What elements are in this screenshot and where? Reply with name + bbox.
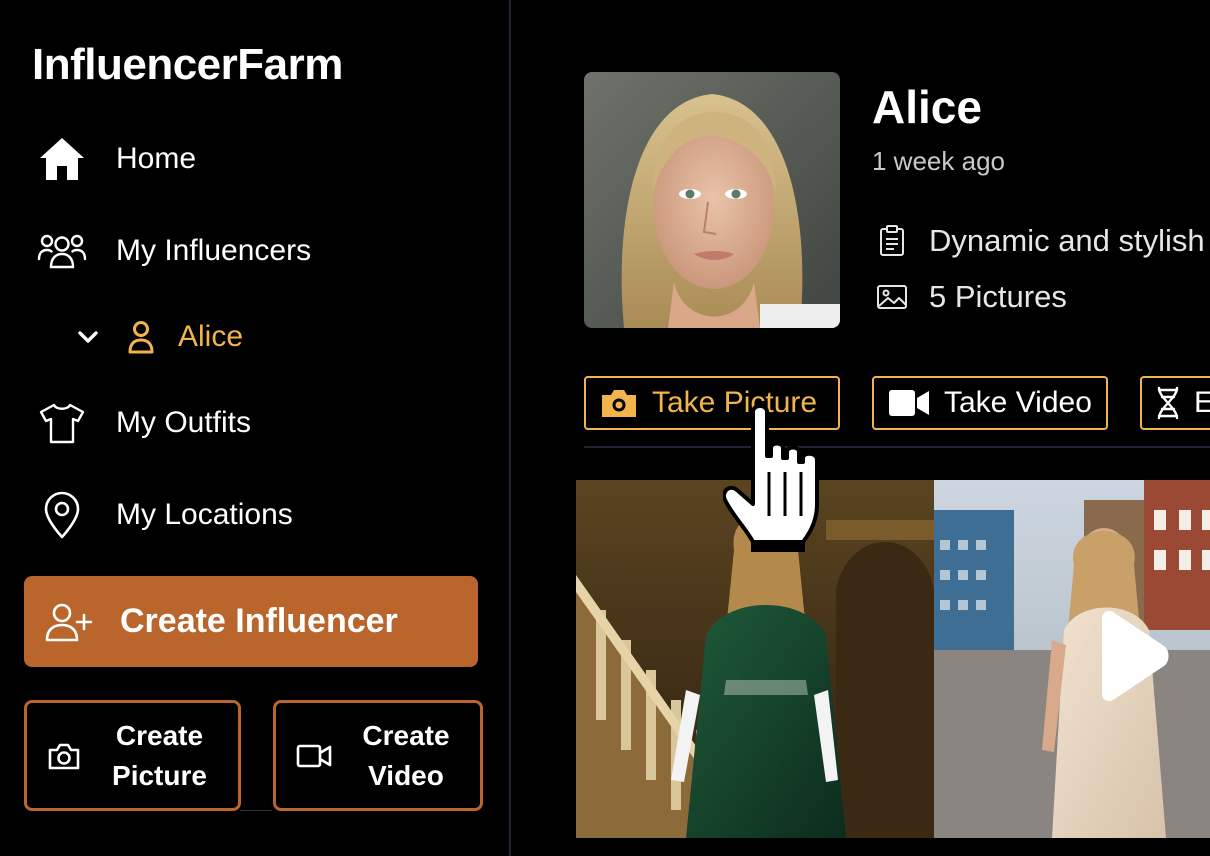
video-icon — [296, 743, 332, 769]
nav-label-my-locations: My Locations — [116, 498, 293, 531]
image-icon — [875, 284, 909, 310]
sidebar: InfluencerFarm Home My Influencers Alice… — [0, 0, 511, 856]
influencer-name: Alice — [872, 81, 982, 133]
media-picture-card[interactable] — [576, 480, 934, 838]
third-action-label: E — [1194, 386, 1210, 419]
nav-label-my-outfits: My Outfits — [116, 406, 252, 439]
camera-icon — [47, 741, 81, 771]
main-content: Alice 1 week ago Dynamic and stylish 5 P… — [513, 0, 1210, 856]
take-video-button[interactable]: Take Video — [872, 376, 1108, 430]
nav-item-home[interactable]: Home — [36, 131, 196, 187]
home-icon — [36, 133, 88, 185]
create-influencer-button[interactable]: Create Influencer — [24, 576, 478, 667]
video-icon — [888, 388, 930, 418]
toolbar-divider — [584, 446, 1210, 448]
nav-item-my-influencers[interactable]: My Influencers — [36, 223, 311, 279]
create-picture-button[interactable]: Create Picture — [24, 700, 241, 811]
create-influencer-label: Create Influencer — [120, 602, 398, 640]
create-video-label: Create Video — [362, 719, 450, 791]
create-picture-label: Create Picture — [112, 719, 207, 791]
map-pin-icon — [36, 489, 88, 541]
influencer-avatar[interactable] — [584, 72, 840, 328]
user-plus-icon — [44, 602, 94, 642]
play-icon[interactable] — [1080, 608, 1176, 704]
media-video-card[interactable] — [934, 480, 1210, 838]
clipboard-icon — [875, 225, 909, 257]
take-picture-button[interactable]: Take Picture — [584, 376, 840, 430]
chevron-down-icon[interactable] — [76, 330, 100, 344]
influencer-description: Dynamic and stylish — [929, 223, 1205, 258]
nav-item-my-outfits[interactable]: My Outfits — [36, 395, 251, 451]
users-icon — [36, 225, 88, 277]
nav-item-my-locations[interactable]: My Locations — [36, 487, 293, 543]
take-video-label: Take Video — [944, 386, 1092, 419]
nav-sub-label: Alice — [178, 320, 244, 353]
sidebar-divider — [240, 810, 272, 811]
created-time: 1 week ago — [872, 146, 1005, 176]
create-video-button[interactable]: Create Video — [273, 700, 483, 811]
description-row: Dynamic and stylish — [875, 221, 1205, 261]
user-icon — [126, 320, 156, 354]
nav-subitem-alice[interactable]: Alice — [76, 312, 243, 362]
app: InfluencerFarm Home My Influencers Alice… — [0, 0, 1210, 856]
third-action-button[interactable]: E — [1140, 376, 1210, 430]
nav-label-home: Home — [116, 142, 197, 175]
camera-icon — [600, 387, 638, 419]
pictures-count: 5 Pictures — [929, 279, 1067, 314]
pictures-row: 5 Pictures — [875, 277, 1067, 317]
dna-icon — [1156, 386, 1180, 420]
app-brand[interactable]: InfluencerFarm — [32, 40, 343, 90]
nav-label-my-influencers: My Influencers — [116, 234, 312, 267]
take-picture-label: Take Picture — [652, 386, 818, 419]
shirt-icon — [36, 397, 88, 449]
